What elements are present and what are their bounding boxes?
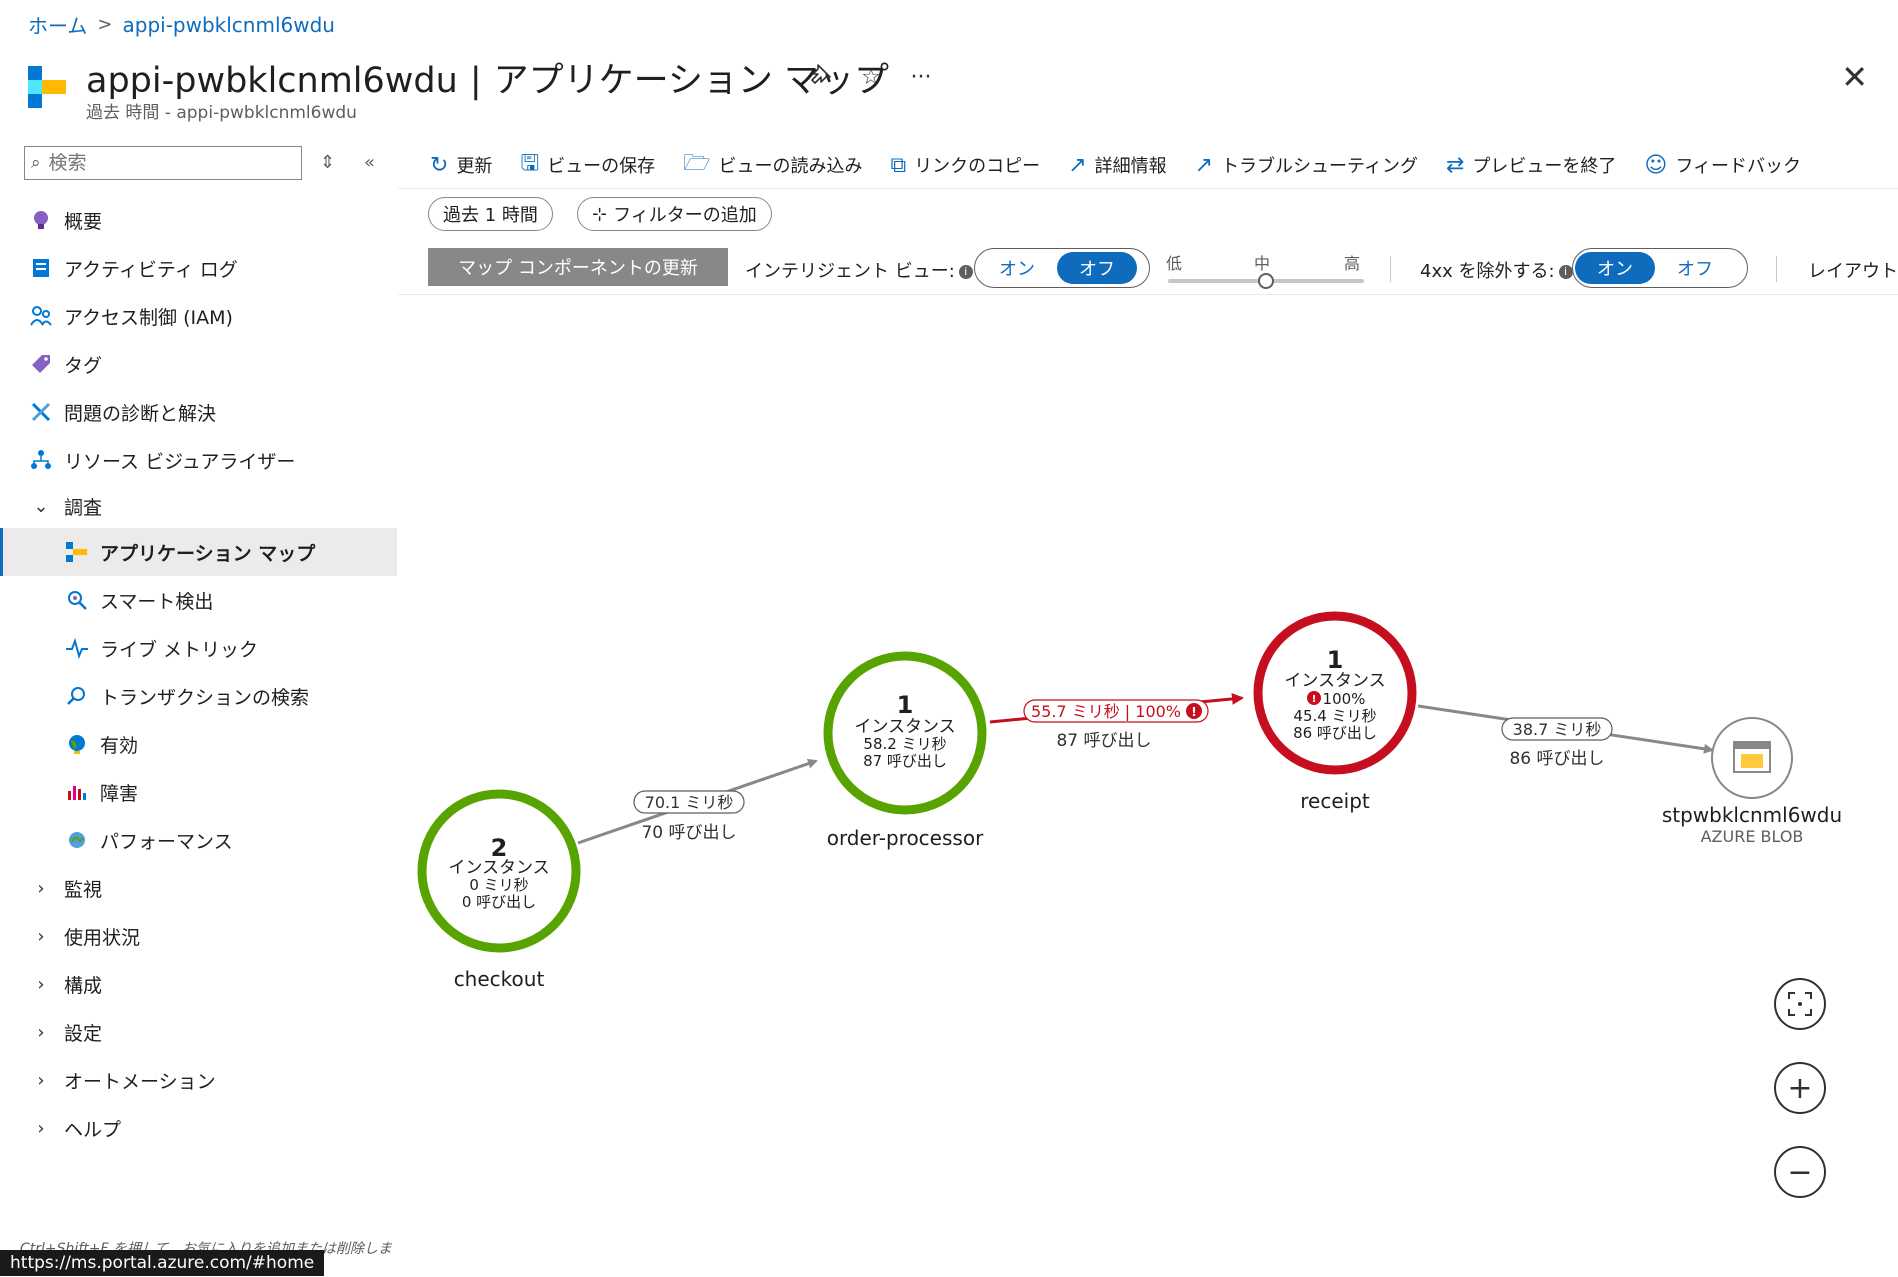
node-receipt[interactable]: 1 インスタンス ! 100% 45.4 ミリ秒 86 呼び出し receipt	[1253, 611, 1417, 813]
node-duration: 45.4 ミリ秒	[1293, 707, 1376, 725]
edge-label-receipt-storage[interactable]: 38.7 ミリ秒 86 呼び出し	[1501, 717, 1613, 769]
node-storage[interactable]: stpwbklcnml6wdu AZURE BLOB	[1662, 717, 1842, 846]
node-name: checkout	[454, 967, 545, 991]
blob-storage-icon	[1733, 741, 1771, 773]
node-instance-count: 1	[1327, 646, 1344, 674]
node-instances-label: インスタンス	[1284, 671, 1385, 691]
edge-calls-text: 87 呼び出し	[1056, 731, 1151, 751]
edge-calls-text: 70 呼び出し	[641, 823, 736, 843]
node-duration: 0 ミリ秒	[469, 876, 528, 894]
application-map-canvas[interactable]: 70.1 ミリ秒 70 呼び出し 55.7 ミリ秒 | 100% ! 87 呼び…	[0, 0, 1898, 1277]
edge-latency-text: 70.1 ミリ秒	[645, 793, 734, 812]
node-name: receipt	[1300, 789, 1370, 813]
edge-calls-text: 86 呼び出し	[1509, 749, 1604, 769]
node-duration: 58.2 ミリ秒	[863, 735, 946, 753]
node-instance-count: 1	[897, 691, 914, 719]
zoom-out-button[interactable]: −	[1774, 1146, 1826, 1198]
zoom-in-button[interactable]: +	[1774, 1062, 1826, 1114]
error-icon-glyph: !	[1312, 694, 1317, 705]
node-name: stpwbklcnml6wdu	[1662, 803, 1842, 827]
edge-label-order-receipt[interactable]: 55.7 ミリ秒 | 100% ! 87 呼び出し	[1023, 699, 1209, 751]
node-name: order-processor	[827, 826, 984, 850]
node-calls: 86 呼び出し	[1293, 724, 1377, 742]
node-checkout[interactable]: 2 インスタンス 0 ミリ秒 0 呼び出し checkout	[417, 789, 581, 991]
node-type: AZURE BLOB	[1701, 827, 1804, 846]
error-icon-glyph: !	[1191, 705, 1196, 719]
node-error-rate: 100%	[1323, 690, 1366, 708]
node-calls: 87 呼び出し	[863, 752, 947, 770]
node-instances-label: インスタンス	[448, 858, 549, 878]
node-calls: 0 呼び出し	[462, 893, 536, 911]
edge-latency-error-text: 55.7 ミリ秒 | 100%	[1031, 702, 1181, 721]
fit-icon[interactable]	[1774, 978, 1826, 1030]
edge-latency-text: 38.7 ミリ秒	[1513, 720, 1602, 739]
node-order-processor[interactable]: 1 インスタンス 58.2 ミリ秒 87 呼び出し order-processo…	[823, 651, 987, 850]
node-instances-label: インスタンス	[854, 717, 955, 737]
